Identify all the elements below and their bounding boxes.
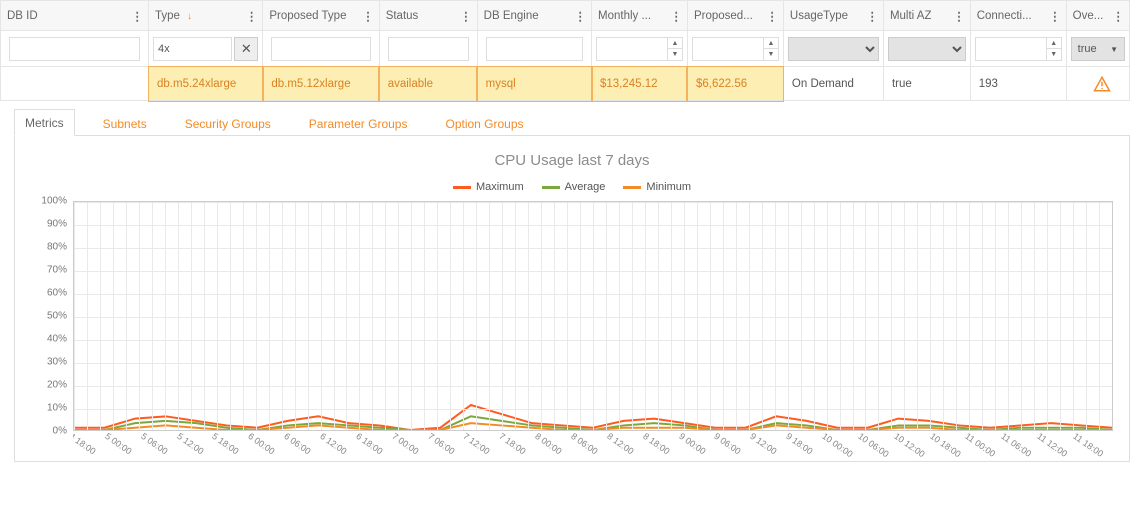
cell-proposedType: db.m5.12xlarge [263, 67, 379, 101]
col-type[interactable]: Type ↓ [149, 1, 263, 31]
cell-over [1066, 67, 1129, 101]
x-axis-labels: 4 18:005 00:005 06:005 12:005 18:006 00:… [73, 431, 1113, 457]
col-multiaz[interactable]: Multi AZ [883, 1, 970, 31]
data-grid: DB IDType ↓Proposed TypeStatusDB EngineM… [0, 0, 1130, 101]
column-menu-icon[interactable] [1049, 9, 1060, 23]
filter-proposed-input[interactable] [692, 37, 764, 61]
filter-over-select[interactable]: true [1071, 37, 1125, 61]
filter-multiaz-select[interactable] [888, 37, 966, 61]
filter-monthly-input[interactable] [596, 37, 668, 61]
warning-icon [1075, 75, 1129, 93]
chart-title: CPU Usage last 7 days [25, 152, 1119, 169]
filter-conn-input[interactable] [975, 37, 1047, 61]
column-menu-icon[interactable] [362, 9, 373, 23]
col-proposed[interactable]: Proposed... [687, 1, 783, 31]
column-menu-icon[interactable] [246, 9, 257, 23]
filter-dbid-input[interactable] [9, 37, 140, 61]
column-menu-icon[interactable] [575, 9, 586, 23]
filter-type-input[interactable] [153, 37, 232, 61]
cell-status: available [379, 67, 477, 101]
stepper-down-icon[interactable]: ▼ [668, 49, 682, 60]
col-monthly[interactable]: Monthly ... [592, 1, 688, 31]
col-engine[interactable]: DB Engine [477, 1, 591, 31]
col-proposedType[interactable]: Proposed Type [263, 1, 379, 31]
column-menu-icon[interactable] [1113, 9, 1124, 23]
legend-average[interactable]: Average [542, 181, 606, 193]
filter-usage-select[interactable] [788, 37, 879, 61]
stepper-down-icon[interactable]: ▼ [1047, 49, 1061, 60]
table-row: db.m5.24xlargedb.m5.12xlargeavailablemys… [1, 67, 1130, 101]
legend-maximum[interactable]: Maximum [453, 181, 524, 193]
col-usage[interactable]: UsageType [783, 1, 883, 31]
cell-usage: On Demand [783, 67, 883, 101]
cell-dbid [1, 67, 149, 101]
col-over[interactable]: Ove... [1066, 1, 1129, 31]
col-dbid[interactable]: DB ID [1, 1, 149, 31]
stepper-up-icon[interactable]: ▲ [668, 38, 682, 49]
cell-type: db.m5.24xlarge [149, 67, 263, 101]
header-row: DB IDType ↓Proposed TypeStatusDB EngineM… [1, 1, 1130, 31]
filter-row: ✕▲▼▲▼▲▼true [1, 31, 1130, 67]
sort-desc-icon: ↓ [187, 11, 192, 22]
stepper-down-icon[interactable]: ▼ [764, 49, 778, 60]
column-menu-icon[interactable] [132, 9, 143, 23]
chart-plot [73, 201, 1113, 431]
y-axis-labels: 0%10%20%30%40%50%60%70%80%90%100% [31, 201, 71, 457]
filter-status-input[interactable] [388, 37, 469, 61]
tab-parameter-groups[interactable]: Parameter Groups [299, 111, 418, 136]
column-menu-icon[interactable] [953, 9, 964, 23]
cell-engine: mysql [477, 67, 591, 101]
filter-engine-input[interactable] [486, 37, 583, 61]
cell-conn: 193 [970, 67, 1066, 101]
col-status[interactable]: Status [379, 1, 477, 31]
filter-proposedType-input[interactable] [271, 37, 370, 61]
tab-subnets[interactable]: Subnets [93, 111, 157, 136]
chevron-down-icon [1110, 43, 1118, 55]
tab-option-groups[interactable]: Option Groups [435, 111, 533, 136]
tab-security-groups[interactable]: Security Groups [175, 111, 281, 136]
stepper-up-icon[interactable]: ▲ [1047, 38, 1061, 49]
column-menu-icon[interactable] [866, 9, 877, 23]
tab-panel-metrics: CPU Usage last 7 days Maximum Average Mini… [14, 135, 1130, 462]
legend-minimum[interactable]: Minimum [623, 181, 691, 193]
column-menu-icon[interactable] [670, 9, 681, 23]
cell-monthly: $13,245.12 [592, 67, 688, 101]
column-menu-icon[interactable] [766, 9, 777, 23]
stepper-up-icon[interactable]: ▲ [764, 38, 778, 49]
clear-filter-button[interactable]: ✕ [234, 37, 258, 61]
tab-bar: Metrics Subnets Security Groups Parameter G… [14, 109, 1130, 136]
cell-multiaz: true [883, 67, 970, 101]
chart-legend: Maximum Average Minimum [25, 181, 1119, 193]
column-menu-icon[interactable] [460, 9, 471, 23]
col-conn[interactable]: Connecti... [970, 1, 1066, 31]
cell-proposed: $6,622.56 [687, 67, 783, 101]
tab-metrics[interactable]: Metrics [14, 109, 75, 136]
